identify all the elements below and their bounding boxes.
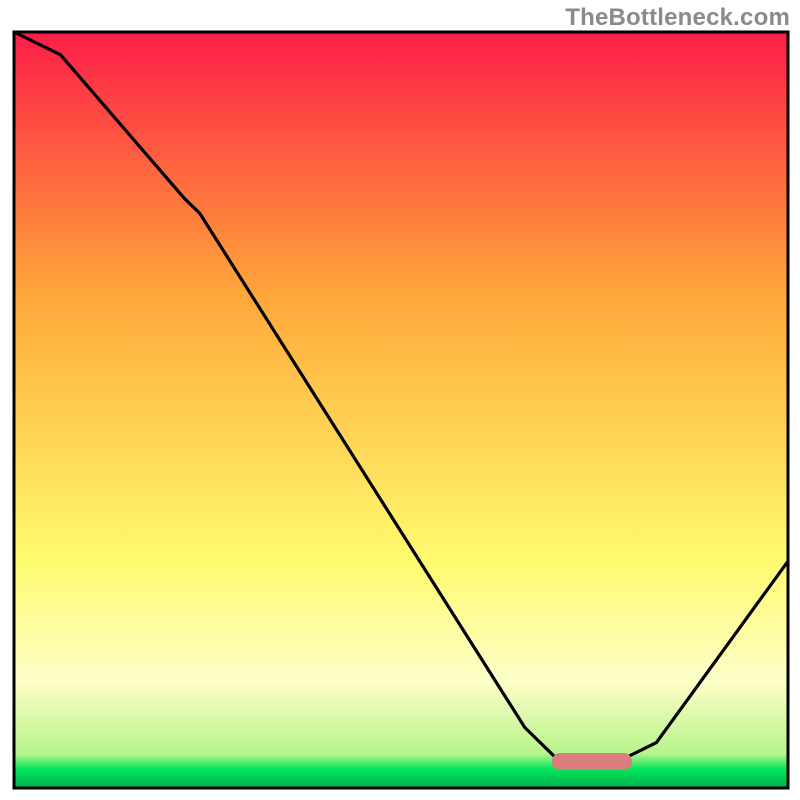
chart-svg [0, 0, 800, 800]
chart-container: { "attribution": "TheBottleneck.com", "c… [0, 0, 800, 800]
plot-background [14, 32, 788, 788]
attribution-text: TheBottleneck.com [565, 4, 790, 32]
optimal-range-marker [552, 753, 632, 770]
